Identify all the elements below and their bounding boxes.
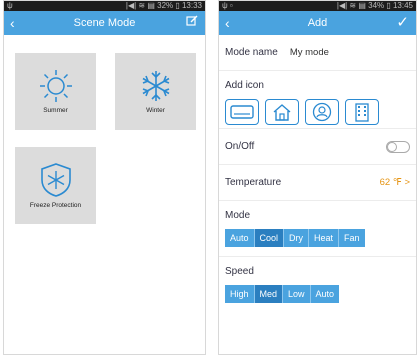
sun-icon [39,70,72,102]
status-left: ψ ▫ [222,1,233,10]
check-icon[interactable]: ✓ [396,15,409,31]
scene-label: Winter [146,107,165,114]
icon-option-user[interactable] [305,99,339,125]
scene-label: Summer [43,107,68,114]
mode-name-label: Mode name [225,47,278,58]
mode-segmented-control: Auto Cool Dry Heat Fan [225,229,410,247]
status-right: |◀| ≋ ▤ 34% ▯ 13:45 [336,1,413,10]
status-bar: ψ ▫ |◀| ≋ ▤ 34% ▯ 13:45 [219,1,416,11]
icon-option-building[interactable] [345,99,379,125]
add-icon-label: Add icon [225,80,264,91]
app-bar: ‹ Add ✓ [219,11,416,35]
building-icon [355,103,369,122]
speed-section: Speed High Med Low Auto [219,257,416,317]
page-title: Add [307,17,328,29]
user-icon [312,102,332,122]
onoff-row: On/Off [219,129,416,165]
snowflake-icon [142,71,169,101]
temperature-row[interactable]: Temperature 62 ℉ > [219,165,416,201]
mode-option-dry[interactable]: Dry [284,229,310,247]
speed-option-med[interactable]: Med [254,285,284,303]
speed-option-auto[interactable]: Auto [310,285,340,303]
app-bar: ‹ Scene Mode [4,11,205,35]
speed-segmented-control: High Med Low Auto [225,285,410,303]
onoff-toggle[interactable] [386,140,410,153]
add-mode-screen: ψ ▫ |◀| ≋ ▤ 34% ▯ 13:45 ‹ Add ✓ Mode nam… [218,0,417,355]
add-icon-section: Add icon [219,71,416,129]
scene-tile-summer[interactable]: Summer [15,53,96,130]
onoff-label: On/Off [225,141,255,152]
back-icon[interactable]: ‹ [225,15,230,31]
air-conditioner-icon [230,105,254,119]
mode-option-auto[interactable]: Auto [225,229,255,247]
temperature-value[interactable]: 62 ℉ > [380,177,410,188]
scene-tile-winter[interactable]: Winter [115,53,196,130]
scene-tile-freeze-protection[interactable]: Freeze Protection [15,147,96,224]
speed-option-low[interactable]: Low [283,285,311,303]
mode-option-cool[interactable]: Cool [254,229,285,247]
status-left: ψ [7,1,13,10]
scene-mode-screen: ψ |◀| ≋ ▤ 32% ▯ 13:33 ‹ Scene Mode Summe… [3,0,206,355]
toggle-knob [387,141,397,152]
speed-label: Speed [225,266,254,277]
mode-name-input[interactable]: My mode [290,47,329,58]
icon-option-home[interactable] [265,99,299,125]
status-right: |◀| ≋ ▤ 32% ▯ 13:33 [125,1,202,10]
temperature-label: Temperature [225,177,282,188]
mode-label: Mode [225,210,251,221]
speed-option-high[interactable]: High [225,285,255,303]
page-title: Scene Mode [73,17,136,29]
mode-option-fan[interactable]: Fan [339,229,365,247]
mode-section: Mode Auto Cool Dry Heat Fan [219,201,416,257]
scene-label: Freeze Protection [29,202,82,209]
icon-option-ac[interactable] [225,99,259,125]
back-icon[interactable]: ‹ [10,15,15,31]
mode-name-row: Mode name My mode [219,35,416,71]
edit-icon[interactable] [186,15,198,31]
home-icon [273,104,291,121]
shield-snowflake-icon [40,163,71,197]
mode-option-heat[interactable]: Heat [309,229,340,247]
status-bar: ψ |◀| ≋ ▤ 32% ▯ 13:33 [4,1,205,11]
